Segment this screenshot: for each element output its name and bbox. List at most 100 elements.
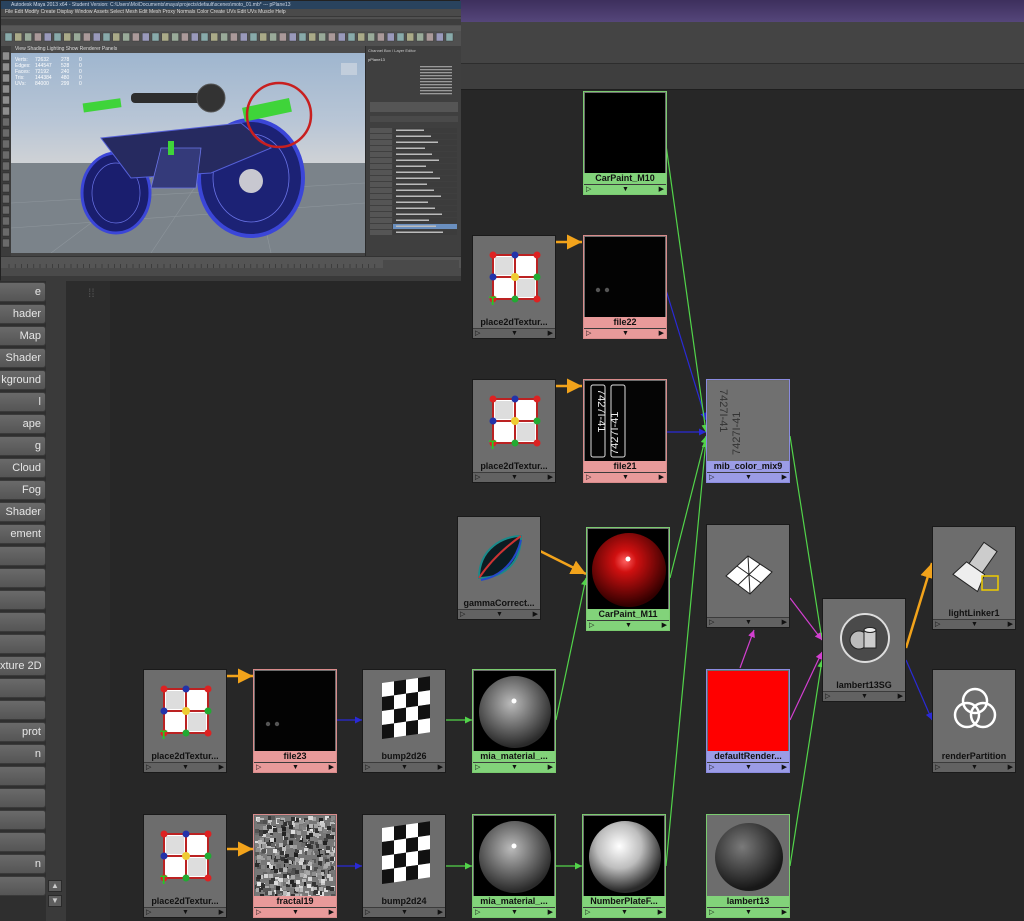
maya-title: Autodesk Maya 2013 x64 - Student Version… (1, 1, 461, 9)
node-port-bar[interactable]: ▷ ▼ ▶ (707, 472, 789, 482)
create-list-item[interactable]: g (0, 436, 46, 456)
node-mia-b[interactable]: mia_material_... ▷ ▼ ▶ (472, 814, 556, 918)
node-port-bar[interactable]: ▷ ▼ ▶ (363, 907, 445, 917)
node-place2d-a[interactable]: T place2dTextur... ▷ ▼ ▶ (472, 235, 556, 339)
create-list-item[interactable] (0, 766, 46, 786)
create-list-item[interactable]: Fog (0, 480, 46, 500)
node-swatch (584, 816, 664, 897)
node-port-bar[interactable]: ▷ ▼ ▶ (363, 762, 445, 772)
expand-icon: ▷ (935, 621, 941, 628)
node-place2d-d[interactable]: T place2dTextur... ▷ ▼ ▶ (143, 814, 227, 918)
node-bump2d24[interactable]: bump2d24 ▷ ▼ ▶ (362, 814, 446, 918)
node-file22[interactable]: file22 ▷ ▼ ▶ (583, 235, 667, 339)
node-port-bar[interactable]: ▷ ▼ ▶ (707, 907, 789, 917)
node-default-render[interactable]: defaultRender... ▷ ▼ ▶ (706, 669, 790, 773)
channel-box[interactable]: Channel Box / Layer Editor pPlane13 (365, 46, 461, 256)
create-list-item[interactable] (0, 590, 46, 610)
maya-toolbox[interactable] (1, 46, 11, 256)
create-list-item[interactable] (0, 832, 46, 852)
create-list-item[interactable] (0, 700, 46, 720)
node-carpaint-m11[interactable]: CarPaint_M11 ▷ ▼ ▶ (586, 527, 670, 631)
command-line[interactable] (1, 276, 461, 281)
scroll-down-icon[interactable]: ▼ (48, 895, 62, 907)
node-port-bar[interactable]: ▷ ▼ ▶ (933, 762, 1015, 772)
node-bump2d26[interactable]: bump2d26 ▷ ▼ ▶ (362, 669, 446, 773)
range-slider[interactable] (1, 268, 461, 276)
node-place2d-b[interactable]: T place2dTextur... ▷ ▼ ▶ (472, 379, 556, 483)
node-port-bar[interactable]: ▷ ▼ ▶ (473, 328, 555, 338)
create-list-item[interactable] (0, 678, 46, 698)
node-port-bar[interactable]: ▷ ▼ ▶ (584, 328, 666, 338)
node-port-bar[interactable]: ▷ ▼ ▶ (823, 691, 905, 701)
create-list-item[interactable]: ape (0, 414, 46, 434)
create-list-item[interactable] (0, 612, 46, 632)
create-list-item[interactable]: Shader (0, 348, 46, 368)
node-port-bar[interactable]: ▷ ▼ ▶ (473, 762, 555, 772)
shelf-icons[interactable] (1, 17, 461, 47)
node-carpaint-m10[interactable]: CarPaint_M10 ▷ ▼ ▶ (583, 91, 667, 195)
maya-window[interactable]: Autodesk Maya 2013 x64 - Student Version… (0, 0, 461, 281)
node-port-bar[interactable]: ▷ ▼ ▶ (707, 617, 789, 627)
node-port-bar[interactable]: ▷ ▼ ▶ (707, 762, 789, 772)
node-mia-a[interactable]: mia_material_... ▷ ▼ ▶ (472, 669, 556, 773)
create-list-item[interactable]: l (0, 392, 46, 412)
create-list-item[interactable] (0, 634, 46, 654)
node-gamma[interactable]: gammaCorrect... ▷ ▼ ▶ (457, 516, 541, 620)
viewport-menu[interactable]: View Shading Lighting Show Renderer Pane… (11, 46, 365, 53)
node-fractal19[interactable]: fractal19 ▷ ▼ ▶ (253, 814, 337, 918)
create-list-item[interactable] (0, 546, 46, 566)
node-mib-color-mix9[interactable]: 7427I-41 7427I-41 mib_color_mix9 ▷ ▼ ▶ (706, 379, 790, 483)
node-port-bar[interactable]: ▷ ▼ ▶ (587, 620, 669, 630)
create-list-item[interactable]: n (0, 744, 46, 764)
create-list-item[interactable]: n (0, 854, 46, 874)
create-list-item[interactable]: hader (0, 304, 46, 324)
input-arrow-icon: ▶ (658, 474, 664, 481)
node-hidden-node[interactable]: ▷ ▼ ▶ (706, 524, 790, 628)
list-scrollbar[interactable] (46, 280, 66, 921)
node-port-bar[interactable]: ▷ ▼ ▶ (584, 184, 666, 194)
maya-viewport[interactable]: Verts: 72632 278 0 Edges: 144547 528 0 Faces: 721… (11, 53, 365, 253)
time-slider[interactable] (1, 256, 461, 269)
node-port-bar[interactable]: ▷ ▼ ▶ (458, 609, 540, 619)
node-swatch (474, 671, 554, 752)
node-port-bar[interactable]: ▷ ▼ ▶ (144, 907, 226, 917)
maya-menubar[interactable]: File Edit Modify Create Display Window A… (1, 9, 461, 16)
node-lambert13sg[interactable]: lambert13SG ▷ ▼ ▶ (822, 598, 906, 702)
node-renderpartition[interactable]: renderPartition ▷ ▼ ▶ (932, 669, 1016, 773)
create-list-item[interactable] (0, 876, 46, 896)
create-list-item[interactable]: Cloud (0, 458, 46, 478)
node-port-bar[interactable]: ▷ ▼ ▶ (473, 907, 555, 917)
drag-grip-icon[interactable]: ⁞⁞ (88, 286, 102, 300)
create-list-item[interactable] (0, 568, 46, 588)
create-list-item[interactable] (0, 810, 46, 830)
input-arrow-icon: ▶ (897, 693, 903, 700)
node-lambert13[interactable]: lambert13 ▷ ▼ ▶ (706, 814, 790, 918)
node-port-bar[interactable]: ▷ ▼ ▶ (584, 472, 666, 482)
layer-list[interactable] (366, 62, 462, 252)
node-port-bar[interactable]: ▷ ▼ ▶ (473, 472, 555, 482)
node-place2d-c[interactable]: T place2dTextur... ▷ ▼ ▶ (143, 669, 227, 773)
node-port-bar[interactable]: ▷ ▼ ▶ (933, 619, 1015, 629)
create-list-item[interactable] (0, 788, 46, 808)
maya-shelf[interactable] (1, 16, 461, 46)
node-file21[interactable]: 7427I-41 7427I-41 file21 ▷ ▼ ▶ (583, 379, 667, 483)
node-lightlinker1[interactable]: lightLinker1 ▷ ▼ ▶ (932, 526, 1016, 630)
input-arrow-icon: ▶ (781, 764, 787, 771)
create-list-item[interactable]: prot (0, 722, 46, 742)
create-list-item[interactable]: Shader (0, 502, 46, 522)
node-port-bar[interactable]: ▷ ▼ ▶ (254, 907, 336, 917)
create-list-item[interactable]: Map (0, 326, 46, 346)
input-arrow-icon: ▶ (218, 764, 224, 771)
create-list-item[interactable]: e (0, 282, 46, 302)
create-list-item[interactable]: ement (0, 524, 46, 544)
node-port-bar[interactable]: ▷ ▼ ▶ (144, 762, 226, 772)
node-port-bar[interactable]: ▷ ▼ ▶ (583, 907, 665, 917)
output-arrow-icon: ▼ (182, 764, 189, 771)
node-port-bar[interactable]: ▷ ▼ ▶ (254, 762, 336, 772)
node-numberplate[interactable]: NumberPlateF... ▷ ▼ ▶ (582, 814, 666, 918)
create-list-item[interactable]: xture 2D (0, 656, 46, 676)
node-file23[interactable]: file23 ▷ ▼ ▶ (253, 669, 337, 773)
create-list-item[interactable]: kground (0, 370, 46, 390)
panel-divider (66, 280, 110, 921)
scroll-up-icon[interactable]: ▲ (48, 880, 62, 892)
